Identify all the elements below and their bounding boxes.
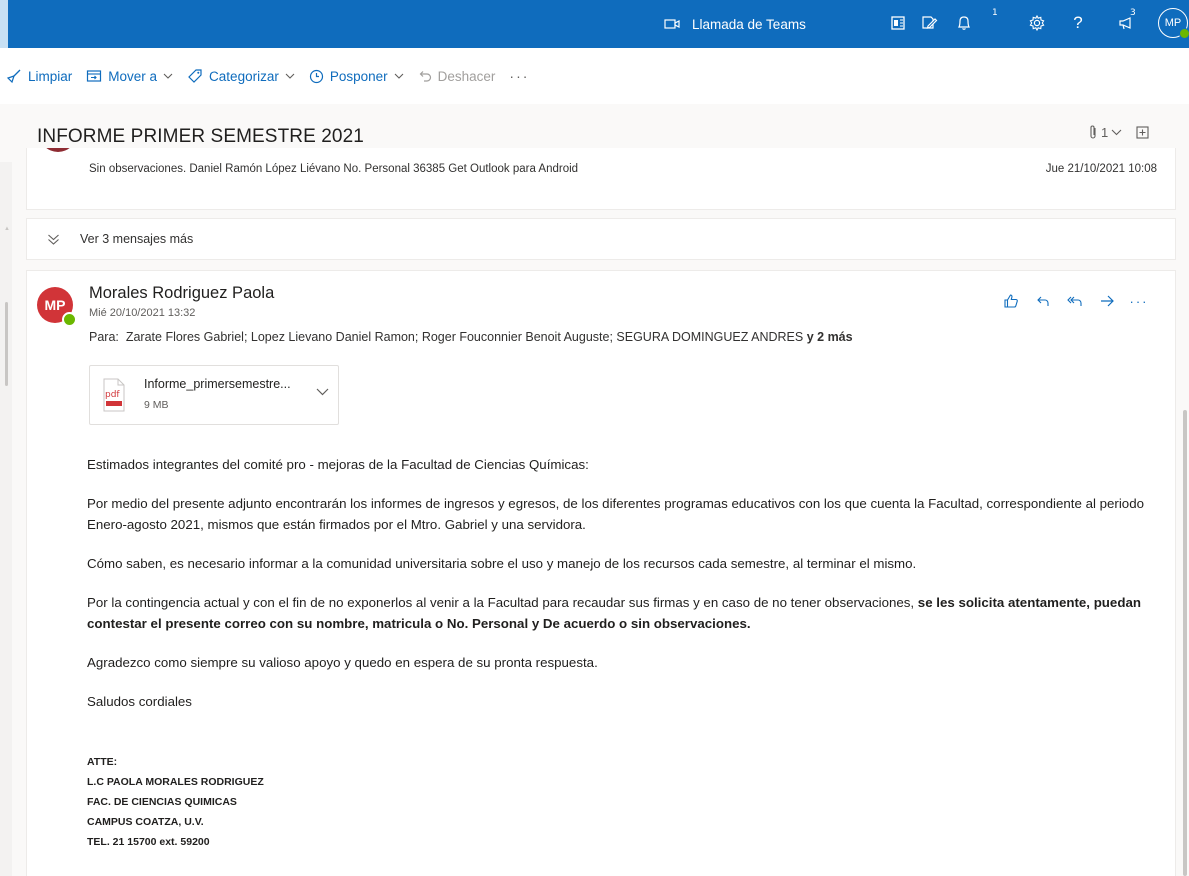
presence-available-icon [62,312,77,327]
gear-icon[interactable] [1025,10,1049,36]
whatsnew-badge: 3 [1130,8,1136,18]
signature-line: FAC. DE CIENCIAS QUIMICAS [87,796,237,808]
reply-all-button[interactable] [1063,291,1087,311]
message-preview: Sin observaciones. Daniel Ramón López Li… [89,163,579,175]
sweep-label: Limpiar [28,68,73,84]
chevron-down-icon [285,73,295,79]
recipients[interactable]: Zarate Flores Gabriel; Lopez Lievano Dan… [126,330,803,344]
move-to-button[interactable]: Mover a [86,69,173,84]
message-body: Estimados integrantes del comité pro - m… [87,454,1167,852]
right-scroll-thumb[interactable] [1183,410,1187,876]
chevron-down-icon [163,73,173,79]
snooze-label: Posponer [329,68,388,84]
forward-button[interactable] [1095,291,1119,311]
body-paragraph: Por la contingencia actual y con el fin … [87,592,1167,634]
account-avatar[interactable]: MP [1158,8,1189,39]
to-prefix: Para: [89,330,119,344]
avatar[interactable]: MP [37,287,77,327]
body-paragraph: Por medio del presente adjunto encontrar… [87,496,1144,532]
teams-call-label: Llamada de Teams [692,16,806,32]
recipients-line: Para: Zarate Flores Gabriel; Lopez Lieva… [89,330,853,344]
snooze-button[interactable]: Posponer [309,69,404,84]
reply-button[interactable] [1031,291,1055,311]
notifications-badge: 1 [992,8,998,18]
reading-pane: ▲ INFORME PRIMER SEMESTRE 2021 1 Sin obs… [0,104,1189,876]
move-to-label: Mover a [108,68,158,84]
signature: ATTE: L.C PAOLA MORALES RODRIGUEZ FAC. D… [87,752,1167,852]
signature-line: CAMPUS COATZA, U.V. [87,816,204,828]
clock-icon [309,69,323,83]
thread-subject: INFORME PRIMER SEMESTRE 2021 [37,126,364,147]
message-date: Jue 21/10/2021 10:08 [1045,163,1157,175]
chevron-down-icon[interactable] [1111,129,1122,136]
folder-move-icon [87,70,102,82]
command-bar: Limpiar Mover a Categorizar Posponer Des… [0,48,1189,104]
see-more-messages-button[interactable]: Ver 3 mensajes más [26,218,1176,260]
broom-icon [6,69,21,84]
expanded-message: MP Morales Rodriguez Paola Mié 20/10/202… [26,270,1176,876]
expand-all-icon[interactable] [1136,125,1149,139]
more-recipients-link[interactable]: y 2 más [807,330,853,344]
sweep-button[interactable]: Limpiar [6,68,72,84]
office-apps-icon[interactable] [886,10,910,36]
help-icon[interactable]: ? [1066,10,1090,36]
chevron-down-icon [394,73,404,79]
attachment-count[interactable]: 1 [1101,125,1108,140]
like-button[interactable] [999,291,1023,311]
forward-arrow-icon [1101,295,1114,307]
presence-available-icon [1179,28,1189,39]
left-scrollbar[interactable]: ▲ [0,162,12,876]
signature-line: ATTE: [87,756,118,768]
account-initials: MP [1164,17,1182,29]
pdf-type-label: pdf [105,390,120,400]
teams-call-button[interactable]: Llamada de Teams [664,12,806,36]
body-paragraph: Cómo saben, es necesario informar a la c… [87,556,917,571]
categorize-label: Categorizar [209,68,279,84]
signature-line: L.C PAOLA MORALES RODRIGUEZ [87,776,264,788]
attachment-size: 9 MB [144,399,169,411]
edit-note-icon[interactable] [917,10,941,36]
attachment-name: Informe_primersemestre... [144,377,291,391]
top-bar: Llamada de Teams 1 ? 3 MP [0,0,1189,48]
undo-button[interactable]: Deshacer [418,68,496,84]
avatar-initials: MP [44,297,66,313]
thumbs-up-icon [1004,294,1018,308]
double-chevron-down-icon [48,234,59,245]
tag-icon [188,69,202,83]
body-text: Por la contingencia actual y con el fin … [87,595,918,610]
message-date: Mié 20/10/2021 13:32 [89,307,196,319]
sender-name[interactable]: Morales Rodriguez Paola [89,284,274,303]
pdf-file-icon: pdf [103,378,125,412]
collapsed-message[interactable]: Sin observaciones. Daniel Ramón López Li… [26,148,1176,210]
subject-tools: 1 [1088,124,1149,140]
see-more-messages-label: Ver 3 mensajes más [80,232,194,246]
undo-icon [419,71,431,82]
body-closing: Saludos cordiales [87,694,192,709]
signature-line: TEL. 21 15700 ext. 59200 [87,836,210,848]
paperclip-icon [1090,125,1096,139]
reply-icon [1037,296,1049,306]
left-scroll-thumb[interactable] [5,302,8,386]
body-paragraph: Estimados integrantes del comité pro - m… [87,457,589,472]
more-commands-button[interactable]: ··· [509,68,529,84]
body-paragraph: Agradezco como siempre su valioso apoyo … [87,655,598,670]
scroll-up-arrow-icon[interactable]: ▲ [4,226,10,232]
bell-icon[interactable] [952,10,976,36]
app-launcher-strip[interactable] [0,0,8,48]
reply-all-icon [1067,296,1082,306]
attachment-card[interactable]: pdf Informe_primersemestre... 9 MB [89,365,339,425]
avatar [39,148,77,152]
undo-label: Deshacer [437,68,496,84]
chevron-down-icon[interactable] [316,388,329,396]
more-actions-button[interactable]: ··· [1127,291,1151,311]
message-actions: ··· [999,291,1159,311]
teams-call-icon [664,19,680,29]
categorize-button[interactable]: Categorizar [187,68,295,84]
